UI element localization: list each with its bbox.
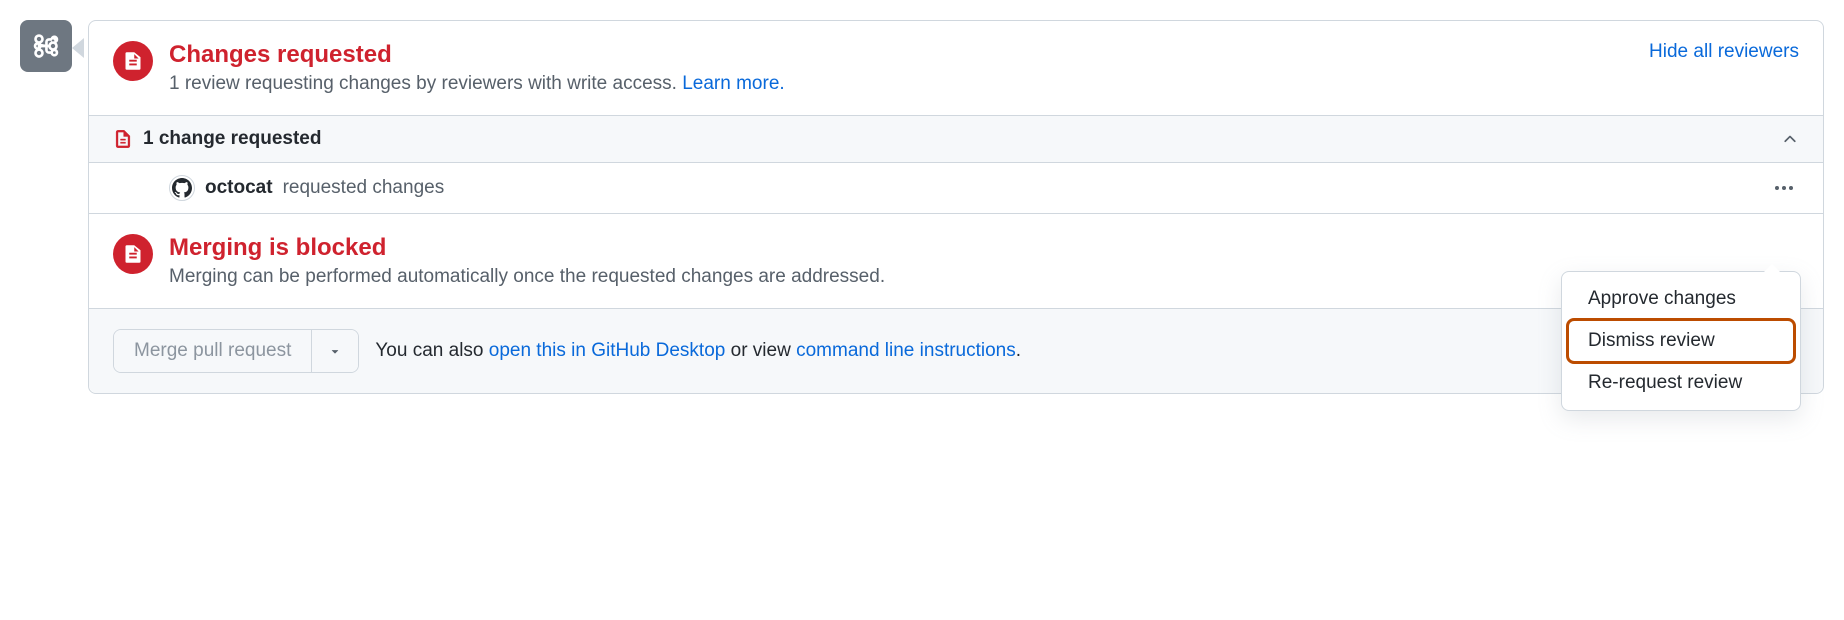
footer-text: You can also open this in GitHub Desktop… xyxy=(375,340,1021,362)
changes-requested-title: Changes requested xyxy=(169,41,1633,69)
avatar[interactable] xyxy=(169,175,195,201)
rerequest-review-item[interactable]: Re-request review xyxy=(1568,362,1794,404)
blocked-title: Merging is blocked xyxy=(169,234,1799,262)
triangle-down-icon xyxy=(328,344,342,358)
file-diff-icon xyxy=(123,244,143,264)
dismiss-review-item[interactable]: Dismiss review xyxy=(1568,320,1794,362)
reviewer-status: requested changes xyxy=(283,177,445,199)
kebab-icon xyxy=(1775,186,1779,190)
learn-more-link[interactable]: Learn more. xyxy=(682,73,784,94)
changes-requested-section: Changes requested 1 review requesting ch… xyxy=(89,21,1823,116)
merge-status-container: Changes requested 1 review requesting ch… xyxy=(20,20,1824,394)
reviewer-name[interactable]: octocat xyxy=(205,177,273,199)
chevron-up-icon xyxy=(1781,130,1799,148)
file-diff-icon xyxy=(123,51,143,71)
open-desktop-link[interactable]: open this in GitHub Desktop xyxy=(489,340,726,361)
merge-panel: Changes requested 1 review requesting ch… xyxy=(88,20,1824,394)
header-content: Changes requested 1 review requesting ch… xyxy=(169,41,1633,95)
merge-button[interactable]: Merge pull request xyxy=(114,330,311,372)
merge-dropdown-button[interactable] xyxy=(311,330,358,372)
reviewer-row: octocat requested changes xyxy=(89,163,1823,214)
reviewer-actions-dropdown: Approve changes Dismiss review Re-reques… xyxy=(1561,271,1801,411)
octocat-avatar-icon xyxy=(172,178,192,198)
blocked-content: Merging is blocked Merging can be perfor… xyxy=(169,234,1799,288)
file-diff-icon xyxy=(113,129,133,149)
reviewer-actions-menu[interactable] xyxy=(1769,180,1799,196)
changes-requested-badge xyxy=(113,41,153,81)
change-requested-toggle[interactable]: 1 change requested xyxy=(89,116,1823,163)
timeline-badge xyxy=(20,20,72,72)
change-requested-count: 1 change requested xyxy=(143,128,1771,150)
approve-changes-item[interactable]: Approve changes xyxy=(1568,278,1794,320)
blocked-badge xyxy=(113,234,153,274)
hide-reviewers-link[interactable]: Hide all reviewers xyxy=(1649,41,1799,63)
merge-button-group: Merge pull request xyxy=(113,329,359,373)
changes-requested-desc: 1 review requesting changes by reviewers… xyxy=(169,73,1633,95)
git-merge-icon xyxy=(32,32,60,60)
cli-instructions-link[interactable]: command line instructions xyxy=(796,340,1016,361)
blocked-desc: Merging can be performed automatically o… xyxy=(169,266,1799,288)
